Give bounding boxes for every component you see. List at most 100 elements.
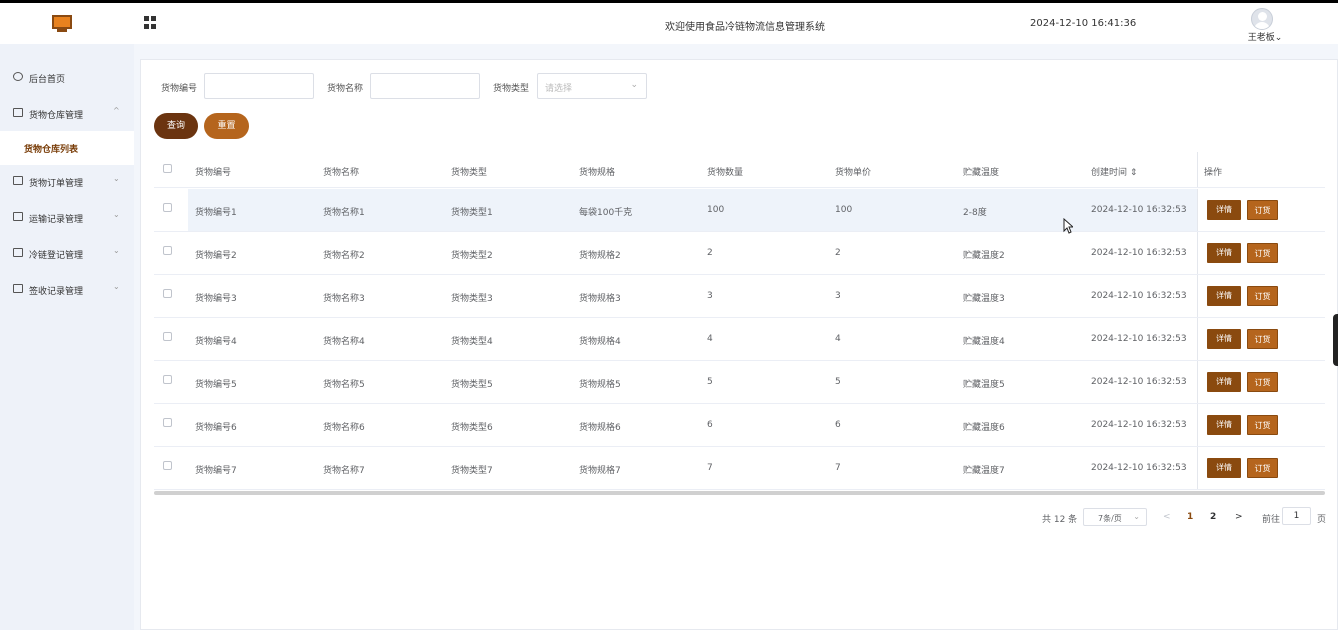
row-checkbox[interactable] — [163, 289, 172, 298]
table-cell: 100 — [835, 205, 853, 215]
detail-button[interactable]: 详情 — [1207, 458, 1241, 478]
sidebar-item-label: 货物订单管理 — [29, 179, 84, 189]
sidebar-item-receipts[interactable]: 签收记录管理 ⌄ — [0, 273, 134, 307]
column-divider — [1197, 404, 1198, 446]
detail-button[interactable]: 详情 — [1207, 200, 1241, 220]
column-header: 货物类型 — [451, 168, 488, 178]
table-cell: 2024-12-10 16:32:53 — [1091, 205, 1187, 215]
order-button[interactable]: 订货 — [1247, 243, 1278, 263]
table-cell: 2 — [707, 248, 713, 258]
table-cell: 6 — [835, 420, 841, 430]
sidebar-item-warehouse[interactable]: 货物仓库管理 ^ — [0, 97, 134, 131]
page-size-value: 7条/页 — [1098, 514, 1122, 523]
table-cell: 货物规格5 — [579, 380, 621, 390]
table-cell: 货物规格6 — [579, 423, 621, 433]
row-checkbox[interactable] — [163, 461, 172, 470]
table-row[interactable]: 货物编号6 货物名称6 货物类型6 货物规格6 6 6 贮藏温度6 2024-12-10 16… — [154, 404, 1325, 447]
row-checkbox[interactable] — [163, 332, 172, 341]
table-cell: 货物类型3 — [451, 294, 493, 304]
row-checkbox[interactable] — [163, 375, 172, 384]
horizontal-scrollbar[interactable] — [154, 491, 1325, 495]
table-row[interactable]: 货物编号2 货物名称2 货物类型2 货物规格2 2 2 贮藏温度2 2024-12-10 16… — [154, 232, 1325, 275]
welcome-title: 欢迎使用食品冷链物流信息管理系统 — [665, 22, 825, 33]
table-row[interactable]: 货物编号4 货物名称4 货物类型4 货物规格4 4 4 贮藏温度4 2024-12-10 16… — [154, 318, 1325, 361]
column-divider — [1197, 361, 1198, 403]
search-button[interactable]: 查询 — [154, 113, 198, 139]
next-page-button[interactable]: > — [1235, 512, 1243, 522]
order-button[interactable]: 订货 — [1247, 372, 1278, 392]
detail-button[interactable]: 详情 — [1207, 329, 1241, 349]
detail-button[interactable]: 详情 — [1207, 415, 1241, 435]
mouse-cursor-icon — [1063, 218, 1073, 234]
sidebar-item-label: 货物仓库管理 — [29, 111, 84, 121]
grid-menu-icon[interactable] — [144, 16, 157, 29]
table-header: 货物编号 货物名称 货物类型 货物规格 货物数量 货物单价 贮藏温度 创建时间 … — [154, 152, 1325, 188]
table-row[interactable]: 货物编号3 货物名称3 货物类型3 货物规格3 3 3 贮藏温度3 2024-12-10 16… — [154, 275, 1325, 318]
sidebar-item-warehouse-list[interactable]: 货物仓库列表 — [0, 131, 134, 165]
table-cell: 3 — [707, 291, 713, 301]
row-checkbox[interactable] — [163, 418, 172, 427]
table-row[interactable]: 货物编号1 货物名称1 货物类型1 每袋100千克 100 100 2-8度 2024-12-… — [154, 189, 1325, 232]
column-header: 操作 — [1204, 168, 1223, 178]
table-cell: 货物规格7 — [579, 466, 621, 476]
chevron-down-icon: ⌄ — [113, 210, 120, 219]
order-button[interactable]: 订货 — [1247, 458, 1278, 478]
code-input[interactable] — [204, 73, 314, 99]
order-button[interactable]: 订货 — [1247, 415, 1278, 435]
table-cell: 贮藏温度7 — [963, 466, 1005, 476]
chevron-down-icon: ⌄ — [113, 246, 120, 255]
column-header: 货物编号 — [195, 168, 232, 178]
total-count: 共 12 条 — [1042, 515, 1078, 525]
sidebar-item-home[interactable]: 后台首页 — [0, 61, 134, 95]
prev-page-button[interactable]: < — [1163, 512, 1171, 522]
goto-page-input[interactable]: 1 — [1282, 507, 1311, 525]
page-1-button[interactable]: 1 — [1187, 512, 1193, 522]
column-header: 货物数量 — [707, 168, 744, 178]
sidebar-item-coldchain[interactable]: 冷链登记管理 ⌄ — [0, 237, 134, 271]
table-cell: 货物编号7 — [195, 466, 237, 476]
sidebar-item-label: 后台首页 — [29, 75, 66, 85]
select-all-checkbox[interactable] — [163, 164, 172, 173]
type-select[interactable]: 请选择 ⌄ — [537, 73, 647, 99]
table-row[interactable]: 货物编号5 货物名称5 货物类型5 货物规格5 5 5 贮藏温度5 2024-12-10 16… — [154, 361, 1325, 404]
menu-icon — [13, 284, 23, 293]
detail-button[interactable]: 详情 — [1207, 286, 1241, 306]
side-handle[interactable] — [1333, 314, 1338, 366]
reset-button[interactable]: 重置 — [204, 113, 249, 139]
table-cell: 5 — [707, 377, 713, 387]
column-divider — [1197, 318, 1198, 360]
top-header: 欢迎使用食品冷链物流信息管理系统 2024-12-10 16:41:36 王老板… — [0, 3, 1338, 44]
row-checkbox[interactable] — [163, 246, 172, 255]
page-2-button[interactable]: 2 — [1210, 512, 1216, 522]
page-size-select[interactable]: 7条/页 ⌄ — [1083, 508, 1147, 526]
user-dropdown[interactable]: 王老板⌄ — [1240, 30, 1290, 43]
order-button[interactable]: 订货 — [1247, 200, 1278, 220]
table-cell: 货物类型2 — [451, 251, 493, 261]
table-cell: 2-8度 — [963, 208, 987, 218]
column-divider — [1197, 189, 1198, 231]
table-row[interactable]: 货物编号7 货物名称7 货物类型7 货物规格7 7 7 贮藏温度7 2024-12-10 16… — [154, 447, 1325, 490]
sidebar-item-label: 签收记录管理 — [29, 287, 84, 297]
table-cell: 货物编号5 — [195, 380, 237, 390]
order-button[interactable]: 订货 — [1247, 329, 1278, 349]
sidebar-item-orders[interactable]: 货物订单管理 ⌄ — [0, 165, 134, 199]
avatar[interactable] — [1251, 8, 1273, 30]
table-cell: 货物名称3 — [323, 294, 365, 304]
detail-button[interactable]: 详情 — [1207, 372, 1241, 392]
name-input[interactable] — [370, 73, 480, 99]
chevron-down-icon: ⌄ — [1274, 33, 1283, 43]
order-button[interactable]: 订货 — [1247, 286, 1278, 306]
chevron-down-icon: ⌄ — [113, 174, 120, 183]
table-cell: 货物规格3 — [579, 294, 621, 304]
table-cell: 货物类型1 — [451, 208, 493, 218]
table-cell: 贮藏温度6 — [963, 423, 1005, 433]
type-label: 货物类型 — [493, 84, 530, 94]
column-divider — [1197, 232, 1198, 274]
sidebar-item-transport[interactable]: 运输记录管理 ⌄ — [0, 201, 134, 235]
table-cell: 3 — [835, 291, 841, 301]
sort-created-header[interactable]: 创建时间 ⇕ — [1091, 165, 1137, 178]
table-cell: 货物类型6 — [451, 423, 493, 433]
detail-button[interactable]: 详情 — [1207, 243, 1241, 263]
chevron-down-icon: ⌄ — [1133, 512, 1140, 521]
row-checkbox[interactable] — [163, 203, 172, 212]
